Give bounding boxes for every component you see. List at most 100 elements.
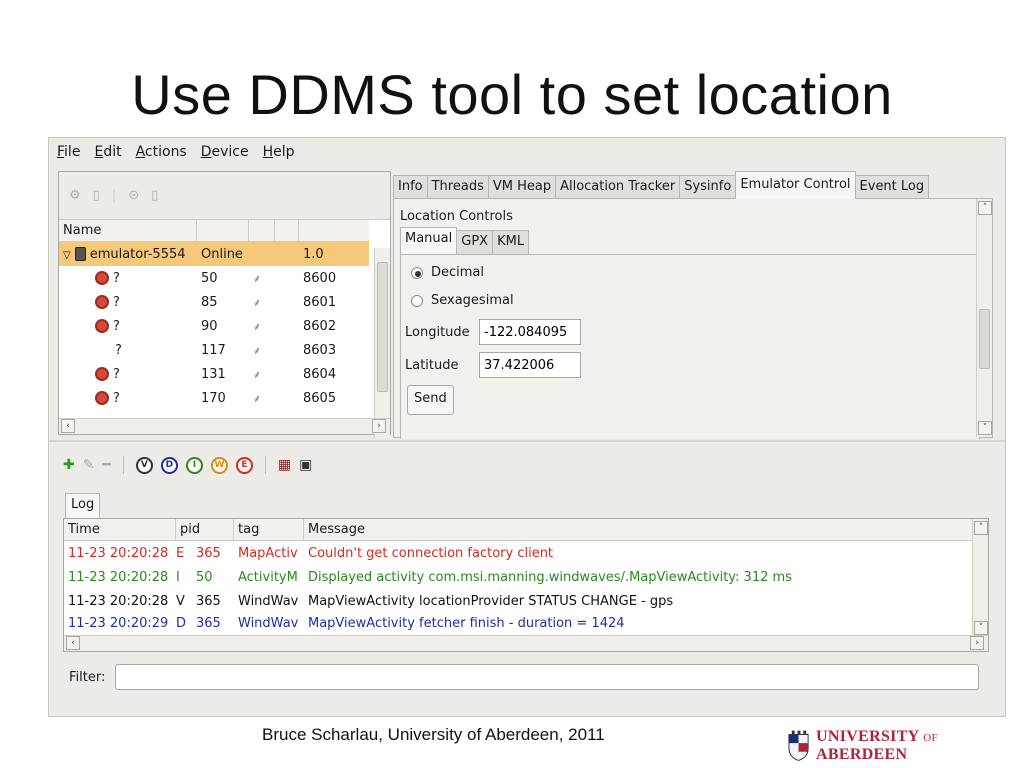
filter-input[interactable] [115,664,979,690]
scroll-left-icon[interactable]: ‹ [61,419,75,433]
process-row[interactable]: ? 85 ⸙ 8601 [59,290,369,314]
remove-filter-icon[interactable]: ━ [102,457,110,473]
menu-file[interactable]: File [57,144,80,160]
scroll-down-icon[interactable]: ˅ [974,621,988,635]
menu-edit[interactable]: Edit [94,144,121,160]
scroll-down-icon[interactable]: ˅ [978,421,992,435]
column-port[interactable] [299,220,369,241]
subtab-manual[interactable]: Manual [400,227,458,254]
devices-panel: ⚙ ▯ | ⊝ ▯ Name ▽ emulator-5554 Online 1.0… [58,171,391,438]
tab-event-log[interactable]: Event Log [854,175,930,199]
log-row[interactable]: 11-23 20:20:28 E 365 MapActiv Couldn't g… [64,541,988,565]
add-filter-icon[interactable]: ✚ [63,457,75,473]
process-icon [95,295,109,309]
emulator-control-scrollbar[interactable]: ˄ ˅ [976,199,992,437]
column-message[interactable]: Message [304,519,369,540]
scroll-up-icon[interactable]: ˄ [978,201,992,215]
location-subtabs: Manual GPX KML [400,227,530,254]
tab-log[interactable]: Log [65,493,101,519]
tab-threads[interactable]: Threads [426,175,489,199]
process-name: ? [113,270,120,286]
debug-icon[interactable]: ⚙ [69,188,81,203]
column-spacer[interactable] [275,220,299,241]
log-level: I [176,569,180,585]
tab-info[interactable]: Info [393,175,428,199]
process-icon [95,319,109,333]
scroll-right-icon[interactable]: › [970,636,984,650]
log-time: 11-23 20:20:28 [68,545,169,561]
warn-level-icon[interactable]: W [210,456,228,474]
process-icon [95,391,109,405]
scrollbar-thumb[interactable] [979,309,990,369]
column-debug[interactable] [249,220,275,241]
tab-vm-heap[interactable]: VM Heap [487,175,557,199]
menu-help[interactable]: Help [263,144,295,160]
column-time[interactable]: Time [64,519,176,540]
logo-of: OF [923,732,938,744]
log-row[interactable]: 11-23 20:20:28 I 50 ActivityM Displayed … [64,565,988,589]
latitude-input[interactable] [479,352,581,378]
process-port: 8604 [303,366,337,382]
debug-level-icon[interactable]: D [160,456,178,474]
column-name[interactable]: Name [59,220,197,241]
panel-divider[interactable] [49,440,1005,442]
save-log-icon[interactable]: ▣ [299,457,312,473]
heap-dump-icon[interactable]: ▯ [151,188,158,203]
scroll-up-icon[interactable]: ˄ [974,521,988,535]
radio-unselected-icon [411,294,423,307]
slide-title: Use DDMS tool to set location [131,63,893,126]
process-port: 8605 [303,390,337,406]
devices-vertical-scrollbar[interactable] [374,248,390,438]
process-row[interactable]: ? 131 ⸙ 8604 [59,362,369,386]
log-row[interactable]: 11-23 20:20:29 D 365 WindWav MapViewActi… [64,613,988,633]
menu-actions[interactable]: Actions [136,144,187,160]
tab-sysinfo[interactable]: Sysinfo [679,175,737,199]
edit-filter-icon[interactable]: ✎ [83,457,95,473]
emulator-control-body: Location Controls Manual GPX KML Decimal… [393,198,993,439]
tab-allocation-tracker[interactable]: Allocation Tracker [555,175,681,199]
decimal-radio[interactable]: Decimal [411,265,484,280]
log-table: Time pid tag Message 11-23 20:20:28 E 36… [63,518,989,652]
debug-bug-icon: ⸙ [253,271,261,285]
log-time: 11-23 20:20:28 [68,593,169,609]
log-vertical-scrollbar[interactable]: ˄ ˅ [972,519,988,637]
scroll-left-icon[interactable]: ‹ [66,636,80,650]
scroll-right-icon[interactable]: › [372,419,386,433]
column-tag[interactable]: tag [234,519,304,540]
longitude-input[interactable] [479,319,581,345]
subtab-gpx[interactable]: GPX [456,230,494,254]
devices-horizontal-scrollbar[interactable]: ‹ › [59,418,390,434]
device-port: 1.0 [303,246,324,262]
debug-bug-icon: ⸙ [253,343,261,357]
process-row[interactable]: ? 170 ⸙ 8605 [59,386,369,410]
column-pid[interactable]: pid [176,519,234,540]
log-pid: 365 [196,545,221,561]
log-toolbar: ✚ ✎ ━ V D I W E ▦ ▣ [63,452,312,478]
error-level-icon[interactable]: E [235,456,253,474]
sexagesimal-radio[interactable]: Sexagesimal [411,293,514,308]
tab-emulator-control[interactable]: Emulator Control [735,171,856,199]
column-status[interactable] [197,220,249,241]
subtab-kml[interactable]: KML [492,230,530,254]
log-horizontal-scrollbar[interactable]: ‹ › [64,635,988,651]
log-row[interactable]: 11-23 20:20:28 V 365 WindWav MapViewActi… [64,589,988,613]
heap-update-icon[interactable]: ▯ [93,188,100,203]
process-row[interactable]: ? 50 ⸙ 8600 [59,266,369,290]
log-tag: MapActiv [238,545,298,561]
send-button[interactable]: Send [407,385,454,415]
scrollbar-thumb[interactable] [377,262,388,392]
device-row-emulator[interactable]: ▽ emulator-5554 Online 1.0 [59,242,369,266]
sexagesimal-label: Sexagesimal [431,293,514,308]
process-pid: 170 [201,390,226,406]
menu-device[interactable]: Device [201,144,249,160]
verbose-level-icon[interactable]: V [135,456,153,474]
clear-log-icon[interactable]: ▦ [278,457,291,473]
stop-process-icon[interactable]: ⊝ [128,188,139,203]
log-time: 11-23 20:20:28 [68,569,169,585]
log-tag: ActivityM [238,569,298,585]
process-row[interactable]: ? 117 ⸙ 8603 [59,338,369,362]
process-row[interactable]: ? 90 ⸙ 8602 [59,314,369,338]
devices-table-body: ▽ emulator-5554 Online 1.0 ? 50 ⸙ 8600 ? … [59,242,369,410]
info-level-icon[interactable]: I [185,456,203,474]
phone-icon [74,247,86,261]
